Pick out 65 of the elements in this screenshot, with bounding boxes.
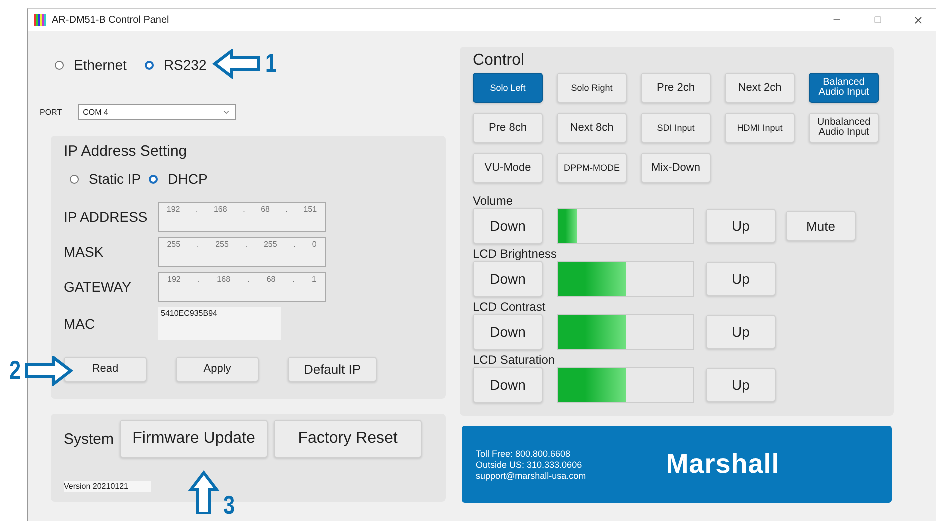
- callout-number: 2: [9, 355, 22, 386]
- action-button[interactable]: Default IP: [288, 357, 377, 382]
- radio-button[interactable]: [144, 60, 154, 70]
- radio-button[interactable]: [55, 60, 64, 70]
- field-label: GATEWAY: [64, 279, 132, 295]
- control-button[interactable]: Pre 8ch: [473, 113, 543, 143]
- down-button[interactable]: Down: [473, 314, 543, 350]
- contact-line: support@marshall-usa.com: [476, 470, 586, 480]
- adjuster-label: LCD Contrast: [473, 300, 547, 314]
- action-button[interactable]: Apply: [176, 357, 259, 382]
- radio-label: Static IP: [89, 171, 142, 187]
- arrow-icon: [212, 48, 260, 78]
- control-button[interactable]: HDMI Input: [725, 113, 795, 143]
- down-button[interactable]: Down: [473, 208, 543, 244]
- field-label: MAC: [64, 316, 96, 332]
- control-button[interactable]: Solo Left: [473, 73, 543, 103]
- callout-number: 3: [223, 492, 236, 518]
- up-button[interactable]: Up: [706, 368, 776, 402]
- radio-label: DHCP: [168, 171, 208, 187]
- section-title: IP Address Setting: [64, 143, 188, 160]
- action-button[interactable]: Read: [64, 357, 147, 382]
- radio-button[interactable]: [149, 174, 158, 184]
- system-button[interactable]: Firmware Update: [120, 420, 268, 458]
- control-button[interactable]: Mix-Down: [641, 153, 711, 183]
- down-button[interactable]: Down: [473, 367, 543, 403]
- control-button[interactable]: Next 8ch: [557, 113, 627, 143]
- version-label: Version 20210121: [64, 481, 151, 492]
- ip-address-field[interactable]: 192 . 168 . 68 . 1: [158, 272, 326, 302]
- contact-line: Toll Free: 800.800.6608: [476, 448, 572, 458]
- port-label: PORT: [40, 108, 62, 116]
- radio-button[interactable]: [70, 174, 79, 184]
- ip-address-field[interactable]: 255 . 255 . 255 . 0: [158, 237, 326, 267]
- adjuster-label: LCD Saturation: [473, 353, 556, 367]
- down-button[interactable]: Down: [473, 261, 543, 297]
- control-button[interactable]: Solo Right: [557, 73, 627, 103]
- adjuster-label: Volume: [473, 194, 514, 208]
- arrow-icon: [188, 470, 220, 514]
- up-button[interactable]: Up: [706, 315, 776, 349]
- adjuster-label: LCD Brightness: [473, 247, 558, 261]
- control-button[interactable]: Pre 2ch: [641, 73, 711, 103]
- ip-address-field[interactable]: 192 . 168 . 68 . 151: [158, 202, 326, 232]
- control-button[interactable]: Unbalanced Audio Input: [809, 113, 879, 143]
- up-button[interactable]: Up: [706, 209, 776, 243]
- system-button[interactable]: Factory Reset: [274, 420, 422, 458]
- port-dropdown[interactable]: COM 4: [78, 104, 236, 120]
- brand-logo: Marshall: [666, 449, 780, 480]
- mac-field[interactable]: 5410EC935B94: [158, 307, 281, 340]
- window-title: AR-DM51-B Control Panel: [52, 14, 170, 26]
- control-button[interactable]: DPPM-MODE: [557, 153, 627, 183]
- field-label: MASK: [64, 244, 105, 260]
- section-title: Control: [473, 52, 526, 70]
- field-label: IP ADDRESS: [64, 209, 149, 225]
- callout-number: 1: [265, 48, 278, 79]
- radio-label: Ethernet: [74, 57, 127, 73]
- arrow-icon: [26, 356, 74, 386]
- control-button[interactable]: Balanced Audio Input: [809, 73, 879, 103]
- radio-label: RS232: [164, 57, 207, 73]
- control-button[interactable]: SDI Input: [641, 113, 711, 143]
- system-label: System: [64, 430, 114, 448]
- control-button[interactable]: Next 2ch: [725, 73, 795, 103]
- app-icon: [34, 14, 46, 26]
- contact-line: Outside US: 310.333.0606: [476, 460, 584, 470]
- mute-button[interactable]: Mute: [786, 211, 856, 241]
- up-button[interactable]: Up: [706, 262, 776, 296]
- control-button[interactable]: VU-Mode: [473, 153, 543, 183]
